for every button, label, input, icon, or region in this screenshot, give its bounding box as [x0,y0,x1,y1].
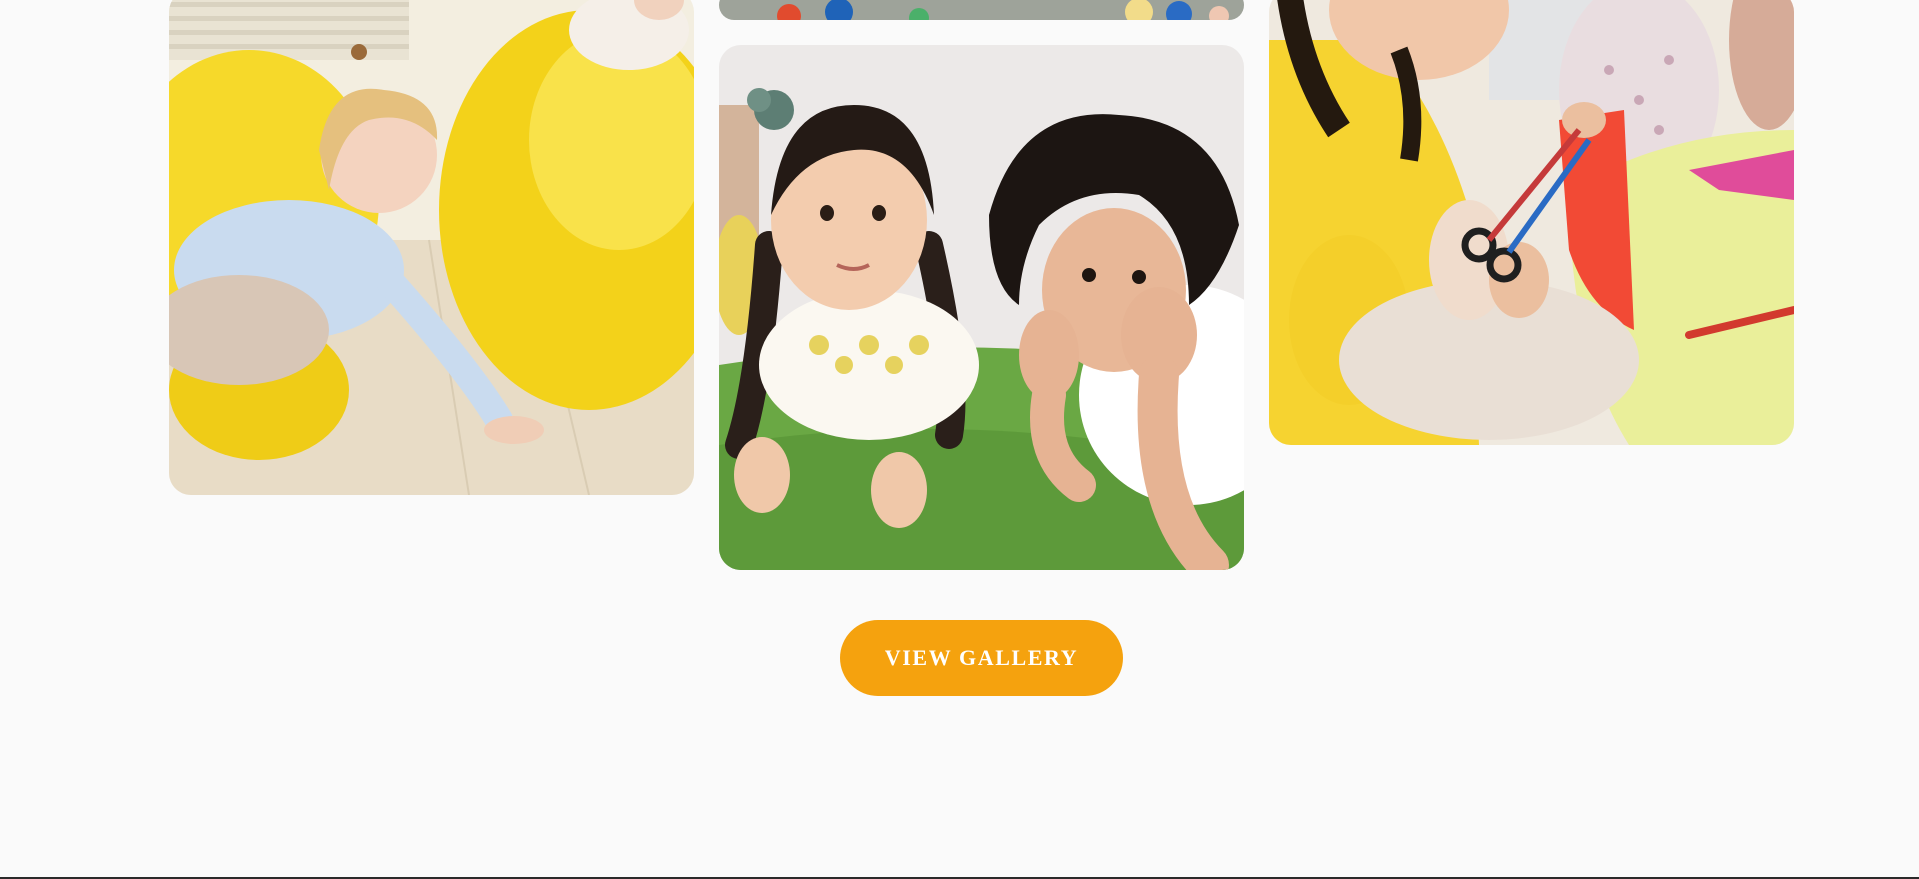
kids-yellow-beanbags-photo[interactable] [169,0,694,495]
kids-lying-on-grass-image [719,45,1244,570]
gallery-section: VIEW GALLERY [0,0,1919,879]
view-gallery-button-wrapper: VIEW GALLERY [840,620,1123,696]
kids-yellow-beanbags-image [169,0,694,495]
kids-lying-on-grass-photo[interactable] [719,45,1244,570]
girl-cutting-paper-image [1269,0,1794,445]
ball-pit-image [719,0,1244,20]
ball-pit-photo[interactable] [719,0,1244,20]
view-gallery-button[interactable]: VIEW GALLERY [840,620,1123,696]
girl-cutting-paper-photo[interactable] [1269,0,1794,445]
